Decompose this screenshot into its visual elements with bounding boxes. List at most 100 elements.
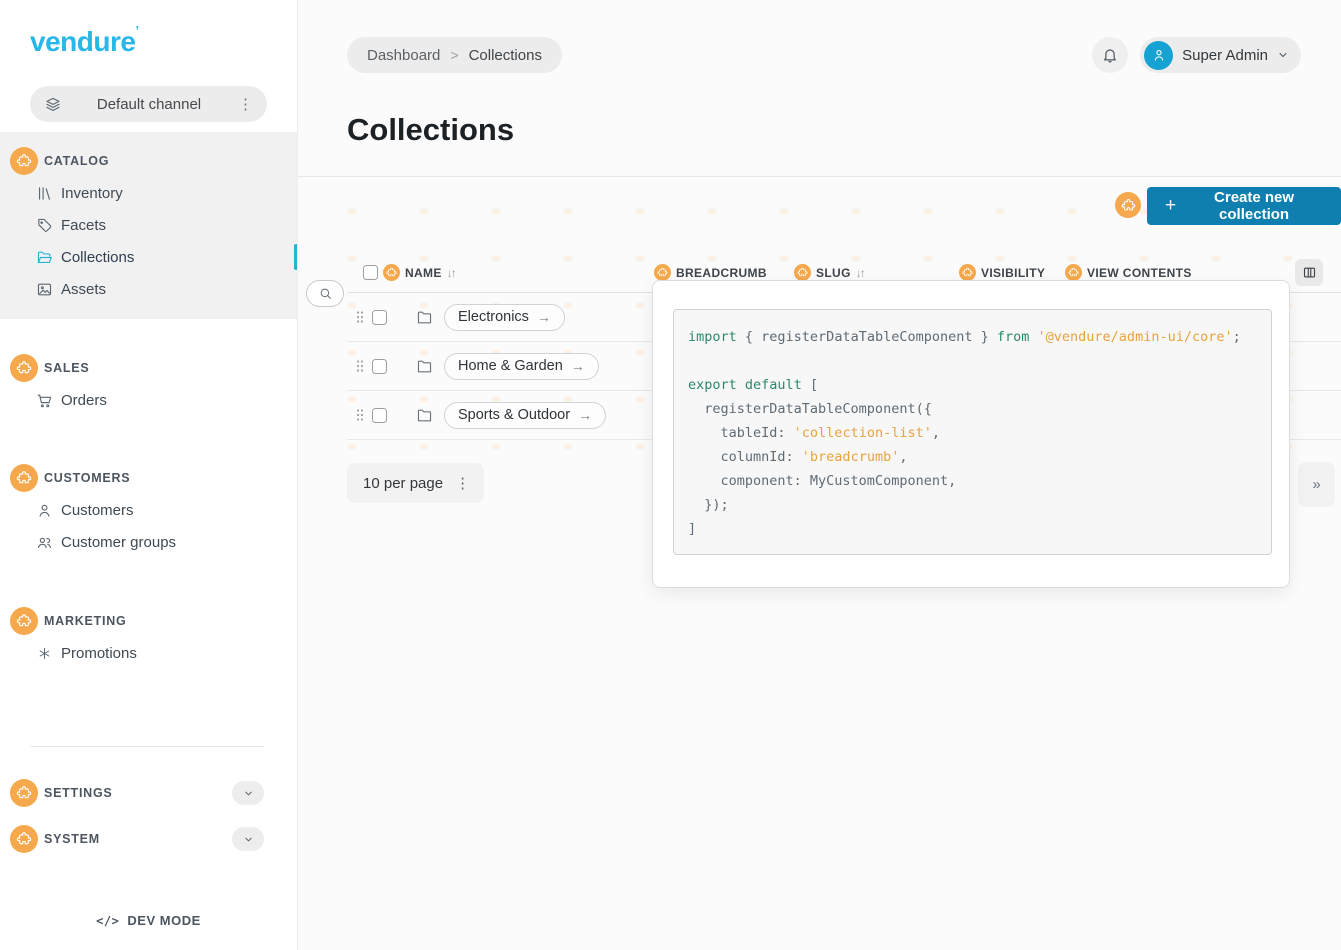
chevron-down-icon [243, 788, 254, 799]
plugin-icon [1068, 267, 1079, 278]
sidebar-item-customers[interactable]: Customers [0, 494, 297, 526]
avatar [1144, 41, 1173, 70]
notifications-button[interactable] [1092, 37, 1128, 73]
nav-section-catalog: CATALOG Inventory Facets Collections Ass… [0, 132, 297, 319]
sort-icon[interactable]: ↓↑ [447, 266, 455, 280]
sidebar-item-label: Collections [61, 249, 134, 266]
drag-handle-icon[interactable] [356, 408, 364, 422]
collection-link[interactable]: Electronics → [444, 304, 565, 331]
per-page-label: 10 per page [363, 475, 443, 492]
breadcrumb-dashboard[interactable]: Dashboard [367, 47, 440, 64]
asterisk-icon [33, 646, 55, 661]
collection-link[interactable]: Sports & Outdoor → [444, 402, 606, 429]
dev-badge[interactable] [10, 607, 38, 635]
plus-icon: + [1165, 195, 1176, 217]
dev-badge[interactable] [959, 264, 976, 281]
plugin-icon [16, 831, 32, 847]
row-checkbox[interactable] [372, 359, 387, 374]
nav-section-sales: SALES Orders [0, 352, 297, 416]
column-label-visibility[interactable]: VISIBILITY [981, 266, 1045, 280]
page-divider [298, 176, 1341, 177]
library-icon [33, 185, 55, 202]
column-settings-button[interactable] [1295, 259, 1323, 286]
sidebar-item-label: Orders [61, 392, 107, 409]
section-label: SYSTEM [44, 832, 232, 846]
logo-trademark-mark: ’ [135, 23, 138, 38]
sidebar-item-customer-groups[interactable]: Customer groups [0, 526, 297, 558]
topbar: Dashboard > Collections Super Admin [347, 37, 1301, 73]
section-label: CATALOG [44, 154, 109, 168]
collection-name: Electronics [458, 309, 529, 325]
drag-handle-icon[interactable] [356, 310, 364, 324]
table-search-button[interactable] [306, 280, 344, 307]
dev-badge[interactable] [10, 825, 38, 853]
code-icon: </> [96, 914, 119, 928]
sidebar-item-assets[interactable]: Assets [0, 273, 297, 305]
dev-badge[interactable] [1115, 192, 1141, 218]
sidebar-item-facets[interactable]: Facets [0, 209, 297, 241]
plugin-icon [657, 267, 668, 278]
sidebar-item-label: Facets [61, 217, 106, 234]
settings-expand-button[interactable] [232, 781, 264, 805]
dev-badge[interactable] [10, 354, 38, 382]
plugin-icon [16, 153, 32, 169]
nav-section-customers: CUSTOMERS Customers Customer groups [0, 462, 297, 558]
section-header-customers: CUSTOMERS [0, 462, 297, 494]
drag-handle-icon[interactable] [356, 359, 364, 373]
dev-mode-label: DEV MODE [127, 913, 201, 928]
user-icon [1151, 47, 1167, 63]
sidebar-item-label: Customer groups [61, 534, 176, 551]
column-label-name[interactable]: NAME [405, 266, 442, 280]
row-checkbox[interactable] [372, 408, 387, 423]
cart-icon [33, 392, 55, 409]
section-label: SETTINGS [44, 786, 232, 800]
items-per-page-select[interactable]: 10 per page ⋮ [347, 463, 484, 503]
sidebar-item-orders[interactable]: Orders [0, 384, 297, 416]
column-label-slug[interactable]: SLUG [816, 266, 851, 280]
vendure-logo: vendure’ [30, 26, 297, 58]
user-menu[interactable]: Super Admin [1140, 37, 1301, 73]
plugin-icon [16, 360, 32, 376]
section-header-catalog: CATALOG [0, 145, 297, 177]
column-label-breadcrumb[interactable]: BREADCRUMB [676, 266, 767, 280]
sidebar-nav: CATALOG Inventory Facets Collections Ass… [0, 132, 297, 950]
sort-icon[interactable]: ↓↑ [856, 266, 864, 280]
collection-name: Home & Garden [458, 358, 563, 374]
dev-badge[interactable] [10, 779, 38, 807]
system-expand-button[interactable] [232, 827, 264, 851]
section-header-system: SYSTEM [0, 823, 297, 855]
fast-forward-page-button[interactable]: » [1298, 462, 1335, 507]
channel-menu-button[interactable]: ⋮ [236, 95, 255, 113]
kebab-icon: ⋮ [455, 474, 470, 492]
dev-mode-popup: import { registerDataTableComponent } fr… [652, 280, 1290, 588]
plugin-icon [16, 613, 32, 629]
breadcrumb-collections[interactable]: Collections [469, 47, 542, 64]
sidebar-item-inventory[interactable]: Inventory [0, 177, 297, 209]
channel-selector[interactable]: Default channel ⋮ [30, 86, 267, 122]
dev-badge[interactable] [1065, 264, 1082, 281]
dev-badge[interactable] [794, 264, 811, 281]
create-new-collection-button[interactable]: + Create new collection [1147, 187, 1341, 225]
dev-badge[interactable] [383, 264, 400, 281]
sidebar-divider [30, 746, 264, 747]
breadcrumb-separator: > [450, 47, 458, 63]
sidebar-item-promotions[interactable]: Promotions [0, 637, 297, 669]
dev-badge[interactable] [654, 264, 671, 281]
select-all-checkbox[interactable] [363, 265, 378, 280]
arrow-right-icon: → [571, 358, 585, 374]
column-label-view-contents[interactable]: VIEW CONTENTS [1087, 266, 1192, 280]
dev-badge[interactable] [10, 147, 38, 175]
app-root: vendure’ Default channel ⋮ CATALOG Inven… [0, 0, 1341, 950]
row-checkbox[interactable] [372, 310, 387, 325]
dev-mode-toggle[interactable]: </> DEV MODE [0, 913, 297, 950]
section-header-sales: SALES [0, 352, 297, 384]
create-button-label: Create new collection [1185, 189, 1323, 223]
columns-icon [1302, 265, 1317, 280]
sidebar-item-label: Customers [61, 502, 134, 519]
collection-link[interactable]: Home & Garden → [444, 353, 599, 380]
plugin-icon [1121, 198, 1136, 213]
topbar-right: Super Admin [1092, 37, 1301, 73]
sidebar-item-collections[interactable]: Collections [0, 241, 297, 273]
dev-badge[interactable] [10, 464, 38, 492]
section-header-marketing: MARKETING [0, 605, 297, 637]
